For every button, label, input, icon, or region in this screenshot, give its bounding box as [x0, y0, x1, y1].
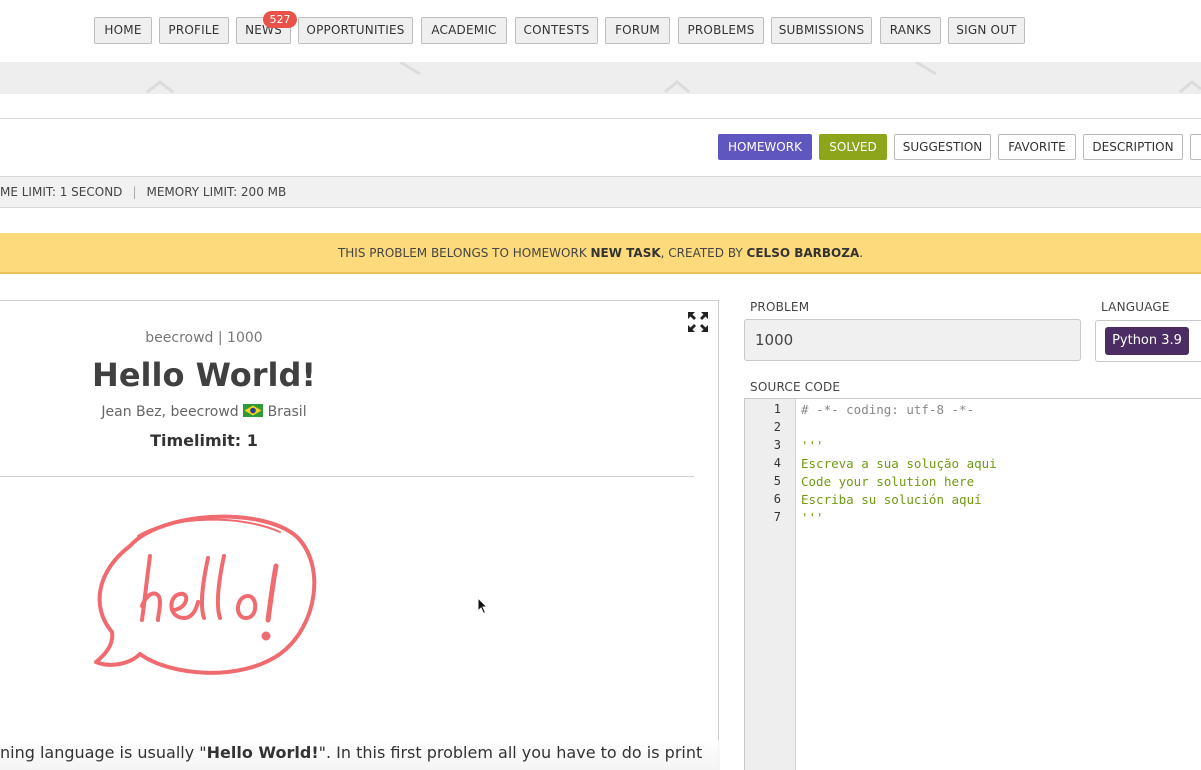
- nav-home[interactable]: HOME: [94, 17, 152, 44]
- more-button[interactable]: [1190, 134, 1201, 160]
- nav-opportunities[interactable]: OPPORTUNITIES: [298, 17, 413, 44]
- line-number: 1: [773, 402, 781, 416]
- time-limit: ME LIMIT: 1 SECOND: [0, 185, 123, 199]
- problem-title-bar: [0, 94, 1201, 119]
- nav-profile[interactable]: PROFILE: [159, 17, 229, 44]
- line-number: 3: [773, 438, 781, 452]
- nav-problems[interactable]: PROBLEMS: [678, 17, 764, 44]
- code-line: Escreva a sua solução aqui: [801, 456, 997, 471]
- author-country: Brasil: [267, 404, 307, 420]
- news-count-badge: 527: [263, 11, 297, 28]
- memory-limit: MEMORY LIMIT: 200 MB: [146, 185, 287, 199]
- problem-author: Jean Bez, beecrowd Brasil: [0, 404, 408, 420]
- code-line: ''': [801, 438, 824, 453]
- problem-label: PROBLEM: [750, 300, 810, 314]
- code-editor[interactable]: 1 2 3 4 5 6 7 # -*- coding: utf-8 -*- ''' Escrev…: [744, 398, 1201, 770]
- code-line: ''': [801, 510, 824, 525]
- suggestion-button[interactable]: SUGGESTION: [894, 134, 991, 160]
- problem-origin: beecrowd | 1000: [145, 330, 263, 346]
- limits-separator: |: [132, 185, 137, 199]
- code-line: Code your solution here: [801, 474, 975, 489]
- source-code-label: SOURCE CODE: [750, 380, 841, 394]
- nav-sign-out[interactable]: SIGN OUT: [948, 17, 1025, 44]
- author-name: Jean Bez, beecrowd: [101, 404, 239, 420]
- line-number-gutter: 1 2 3 4 5 6 7: [745, 399, 796, 770]
- header-pattern: [0, 62, 1201, 94]
- notice-suffix: .: [859, 246, 864, 260]
- hello-speech-bubble-image: [94, 514, 317, 675]
- solved-button[interactable]: SOLVED: [819, 134, 887, 160]
- code-line: Escriba su solución aquí: [801, 492, 982, 507]
- problem-timelimit: Timelimit: 1: [150, 431, 258, 450]
- pattern-decoration: [146, 62, 1201, 94]
- nav-ranks[interactable]: RANKS: [880, 17, 941, 44]
- top-navigation: HOME PROFILE NEWS OPPORTUNITIES ACADEMIC…: [0, 0, 1201, 62]
- description-prefix: ning language is usually ": [0, 743, 207, 762]
- nav-submissions[interactable]: SUBMISSIONS: [771, 17, 872, 44]
- homework-button[interactable]: HOMEWORK: [718, 134, 812, 160]
- line-number: 7: [773, 510, 781, 524]
- code-line: # -*- coding: utf-8 -*-: [801, 402, 975, 417]
- line-number: 5: [773, 474, 781, 488]
- notice-task: NEW TASK: [590, 246, 661, 260]
- description-button[interactable]: DESCRIPTION: [1083, 134, 1183, 160]
- problem-description: ning language is usually "Hello World!".…: [0, 740, 720, 770]
- homework-notice: THIS PROBLEM BELONGS TO HOMEWORK NEW TAS…: [0, 233, 1201, 274]
- problem-actions: HOMEWORK SOLVED SUGGESTION FAVORITE DESC…: [0, 119, 1201, 176]
- limits-bar: ME LIMIT: 1 SECOND | MEMORY LIMIT: 200 MB: [0, 176, 1201, 208]
- mouse-cursor-icon: [477, 597, 489, 615]
- nav-contests[interactable]: CONTESTS: [515, 17, 598, 44]
- favorite-button[interactable]: FAVORITE: [998, 134, 1076, 160]
- notice-prefix: THIS PROBLEM BELONGS TO HOMEWORK: [337, 246, 591, 260]
- line-number: 4: [773, 456, 781, 470]
- language-selected-value[interactable]: Python 3.9: [1105, 327, 1189, 355]
- nav-forum[interactable]: FORUM: [605, 17, 670, 44]
- description-bold: Hello World!: [206, 743, 319, 762]
- line-number: 6: [773, 492, 781, 506]
- brazil-flag-icon: [243, 404, 264, 417]
- panel-divider: [0, 476, 694, 477]
- nav-academic[interactable]: ACADEMIC: [421, 17, 507, 44]
- line-number: 2: [773, 420, 781, 434]
- problem-number-input[interactable]: 1000: [744, 319, 1081, 361]
- notice-creator: CELSO BARBOZA: [746, 246, 860, 260]
- language-label: LANGUAGE: [1101, 300, 1170, 314]
- description-suffix: ". In this first problem all you have to…: [318, 743, 703, 762]
- problem-title: Hello World!: [92, 356, 316, 394]
- notice-middle: , CREATED BY: [660, 246, 747, 260]
- expand-icon[interactable]: [687, 311, 709, 333]
